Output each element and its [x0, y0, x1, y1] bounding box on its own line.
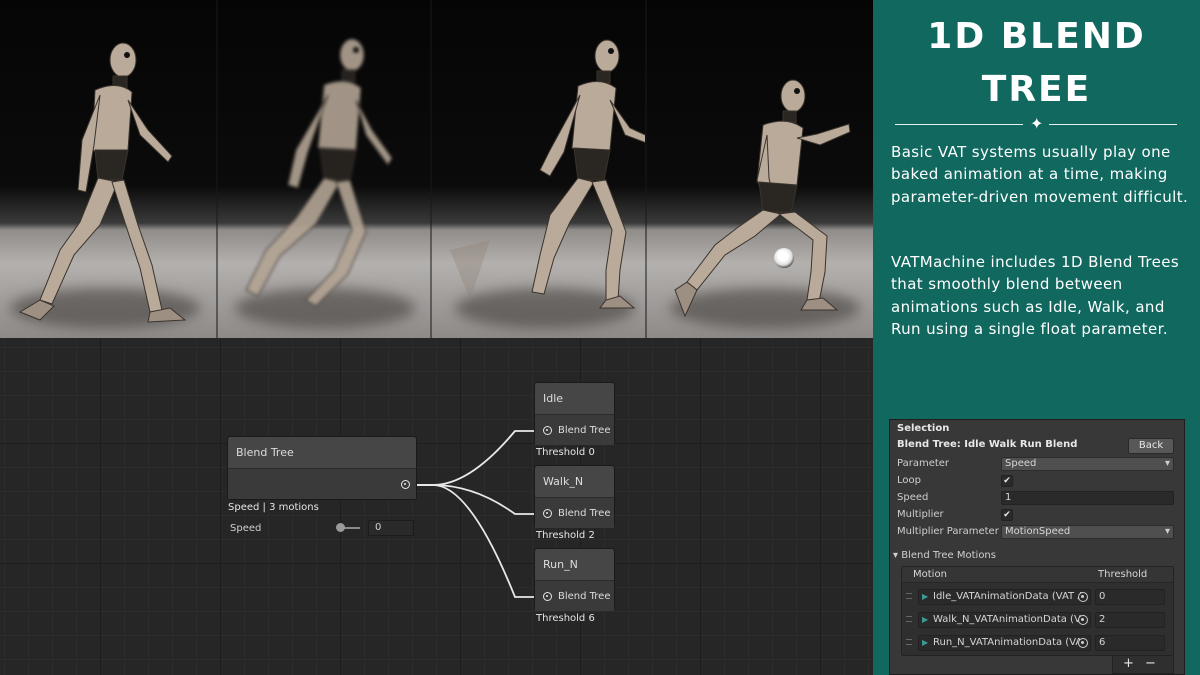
loop-label: Loop [897, 475, 921, 486]
list-item: Run_N_VATAnimationData (VA 6 [902, 633, 1173, 653]
speed-param-label: Speed [230, 522, 262, 534]
add-motion-button[interactable]: + [1123, 657, 1134, 671]
motion-node-title: Run_N [535, 549, 614, 581]
list-footer: + − [1112, 656, 1174, 674]
light-gizmo-icon[interactable] [774, 248, 794, 268]
motions-list-header: Motion Threshold [902, 567, 1173, 583]
motion-object-name: Run_N_VATAnimationData (VA [933, 637, 1083, 648]
drag-handle-icon[interactable] [906, 593, 912, 599]
object-picker-icon[interactable] [1078, 638, 1088, 648]
threshold-field[interactable]: 2 [1095, 612, 1165, 628]
threshold-field[interactable]: 6 [1095, 635, 1165, 651]
parameter-label: Parameter [897, 458, 950, 469]
node-connections [413, 430, 540, 598]
blend-tree-node[interactable]: Blend Tree [227, 436, 417, 500]
multiplier-parameter-label: Multiplier Parameter [897, 526, 999, 537]
multiplier-checkbox[interactable]: ✔ [1001, 509, 1013, 521]
motion-node-type: Blend Tree [558, 590, 611, 602]
object-picker-icon[interactable] [1078, 592, 1088, 602]
motion-object-name: Walk_N_VATAnimationData (VA [933, 614, 1088, 625]
parameter-dropdown[interactable]: Speed [1001, 457, 1174, 471]
blend-tree-graph[interactable]: Blend Tree Speed | 3 motions Speed 0 Idl… [0, 338, 873, 675]
threshold-field[interactable]: 0 [1095, 589, 1165, 605]
threshold-column-header: Threshold [1098, 569, 1148, 580]
motion-node-type: Blend Tree [558, 507, 611, 519]
motions-list: Motion Threshold Idle_VATAnimationData (… [901, 566, 1174, 656]
input-port-icon[interactable] [543, 591, 552, 601]
panel-title-line1: 1D BLEND [927, 16, 1146, 57]
list-item: Walk_N_VATAnimationData (VA 2 [902, 610, 1173, 630]
speed-label: Speed [897, 492, 929, 503]
input-port-icon[interactable] [543, 425, 552, 435]
inspector-panel: Selection Blend Tree: Idle Walk Run Blen… [889, 419, 1185, 675]
input-port-icon[interactable] [543, 508, 552, 518]
panel-paragraph-2: VATMachine includes 1D Blend Trees that … [891, 253, 1180, 338]
motion-object-field[interactable]: Idle_VATAnimationData (VAT A [918, 589, 1091, 605]
back-button[interactable]: Back [1128, 438, 1174, 454]
scene-viewport [0, 0, 873, 338]
output-port-icon[interactable] [401, 479, 410, 489]
inspector-header: Selection [897, 423, 950, 434]
motion-node-type: Blend Tree [558, 424, 611, 436]
robot-figure-idle [18, 42, 187, 323]
speed-param-value[interactable]: 0 [368, 520, 414, 536]
panel-title-line2: TREE [981, 69, 1092, 110]
sparkle-icon: ✦ [1030, 114, 1044, 133]
motion-node-threshold: Threshold 2 [536, 530, 595, 541]
motion-node-threshold: Threshold 0 [536, 447, 595, 458]
motion-column-header: Motion [913, 569, 947, 580]
inspector-object-name: Blend Tree: Idle Walk Run Blend [897, 439, 1078, 450]
panel-paragraph-1: Basic VAT systems usually play one baked… [891, 143, 1189, 206]
drag-handle-icon[interactable] [906, 639, 912, 645]
remove-motion-button[interactable]: − [1145, 657, 1156, 671]
robot-figure-walk-run [450, 39, 645, 309]
drag-handle-icon[interactable] [906, 616, 912, 622]
motion-node-title: Idle [535, 383, 614, 415]
blend-tree-node-title: Blend Tree [228, 437, 416, 469]
motion-object-name: Idle_VATAnimationData (VAT A [933, 591, 1085, 602]
object-picker-icon[interactable] [1078, 615, 1088, 625]
robot-figure-run [674, 79, 851, 318]
motion-object-field[interactable]: Walk_N_VATAnimationData (VA [918, 612, 1091, 628]
blend-tree-node-subtitle: Speed | 3 motions [228, 502, 319, 513]
motion-object-field[interactable]: Run_N_VATAnimationData (VA [918, 635, 1091, 651]
multiplier-label: Multiplier [897, 509, 944, 520]
speed-slider[interactable] [336, 523, 360, 532]
multiplier-parameter-dropdown[interactable]: MotionSpeed [1001, 525, 1174, 539]
motion-node-run[interactable]: Run_N Blend Tree [534, 548, 615, 611]
motion-node-idle[interactable]: Idle Blend Tree [534, 382, 615, 445]
motion-node-walk[interactable]: Walk_N Blend Tree [534, 465, 615, 528]
blend-tree-motions-foldout[interactable]: ▾ Blend Tree Motions [893, 550, 996, 561]
speed-param-row: Speed 0 [230, 520, 414, 536]
title-divider-left [895, 124, 1023, 125]
list-item: Idle_VATAnimationData (VAT A 0 [902, 587, 1173, 607]
robot-figure-walk [245, 38, 393, 307]
motion-node-threshold: Threshold 6 [536, 613, 595, 624]
loop-checkbox[interactable]: ✔ [1001, 475, 1013, 487]
speed-field[interactable]: 1 [1001, 491, 1174, 505]
motion-node-title: Walk_N [535, 466, 614, 498]
title-divider-right [1049, 124, 1177, 125]
